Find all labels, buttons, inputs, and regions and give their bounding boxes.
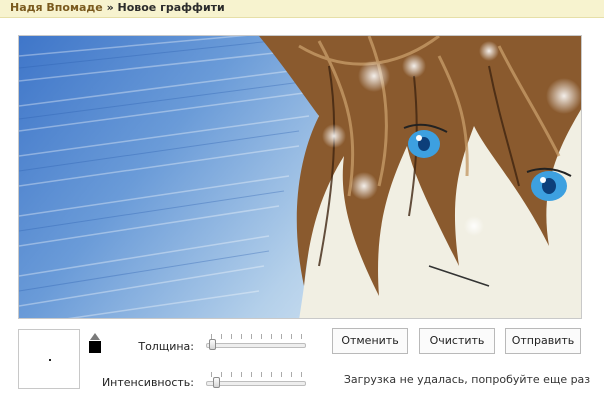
color-swatch[interactable]	[89, 341, 101, 353]
brush-preview-dot	[49, 359, 51, 361]
slider-track[interactable]	[206, 381, 306, 386]
slider-ticks	[211, 372, 303, 377]
status-message: Загрузка не удалась, попробуйте еще раз	[343, 373, 591, 386]
intensity-slider[interactable]	[206, 372, 306, 392]
page-title: Новое граффити	[117, 1, 225, 14]
graffiti-canvas[interactable]	[18, 35, 582, 319]
cancel-button[interactable]: Отменить	[332, 328, 408, 354]
slider-ticks	[211, 334, 303, 339]
intensity-slider-thumb[interactable]	[213, 377, 220, 388]
send-button[interactable]: Отправить	[505, 328, 581, 354]
graffiti-drawing	[19, 36, 581, 318]
brush-preview	[18, 329, 80, 389]
intensity-label: Интенсивность:	[101, 376, 194, 389]
breadcrumb-user-link[interactable]: Надя Впомаде	[10, 1, 103, 14]
slider-track[interactable]	[206, 343, 306, 348]
clear-button[interactable]: Очистить	[419, 328, 495, 354]
thickness-label: Толщина:	[138, 340, 194, 353]
color-picker-arrow-icon[interactable]	[90, 333, 100, 340]
breadcrumb: Надя Впомаде » Новое граффити	[0, 0, 604, 18]
breadcrumb-separator: »	[106, 1, 114, 14]
thickness-slider[interactable]	[206, 334, 306, 354]
thickness-slider-thumb[interactable]	[209, 339, 216, 350]
